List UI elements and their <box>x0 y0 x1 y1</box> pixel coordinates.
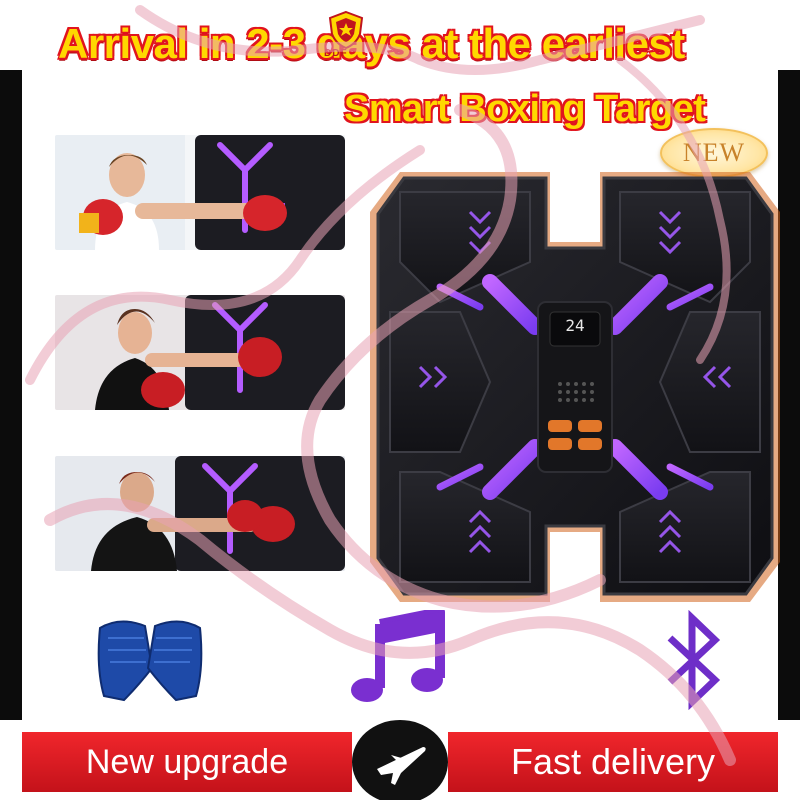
airplane-icon <box>377 747 426 785</box>
photo-boy-boxing <box>55 135 345 250</box>
photo-man-boxing <box>55 456 345 571</box>
fast-delivery-label: Fast delivery <box>510 741 716 782</box>
music-note-icon <box>345 607 450 705</box>
brand-logo: DDF <box>316 10 376 62</box>
subheadline: Smart Boxing Target <box>344 88 706 130</box>
new-upgrade-banner: New upgrade <box>22 732 352 792</box>
bluetooth-icon <box>660 609 730 711</box>
shield-logo-icon <box>328 10 364 50</box>
brand-name: DDF <box>324 48 348 59</box>
headline: Arrival in 2-3 days at the earliest <box>58 20 685 67</box>
product-banner: Arrival in 2-3 days at the earliest DDF … <box>0 0 800 800</box>
gloves-icon <box>90 608 210 703</box>
device-display: 24 <box>565 316 585 335</box>
left-border <box>0 70 22 720</box>
smart-boxing-target-device: 24 <box>360 152 790 622</box>
photo-woman-boxing <box>55 295 345 410</box>
delivery-badge <box>352 720 448 800</box>
fast-delivery-banner: Fast delivery <box>448 732 778 792</box>
new-upgrade-label: New upgrade <box>85 742 289 781</box>
bottom-bar: New upgrade Fast delivery <box>22 720 778 800</box>
